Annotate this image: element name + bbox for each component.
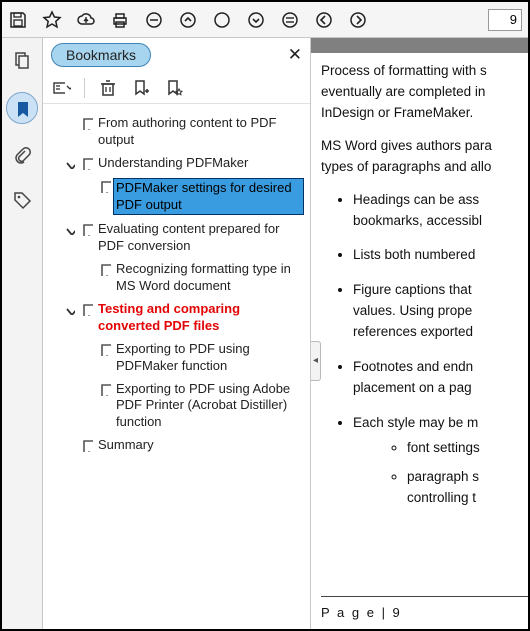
delete-icon[interactable] xyxy=(98,78,118,98)
doc-text: InDesign or FrameMaker. xyxy=(321,105,473,120)
document-page: ◂ Process of formatting with s eventuall… xyxy=(311,53,528,629)
bookmark-item[interactable]: Understanding PDFMaker xyxy=(49,152,306,175)
bookmark-label[interactable]: Exporting to PDF using Adobe PDF Printer… xyxy=(113,381,304,432)
fit-page-icon[interactable] xyxy=(280,10,300,30)
doc-bullet: values. Using prope xyxy=(353,303,472,318)
bookmark-icon xyxy=(95,261,113,276)
scroll-down-icon[interactable] xyxy=(246,10,266,30)
bookmark-label[interactable]: Understanding PDFMaker xyxy=(95,155,304,172)
doc-bullet: Footnotes and endn xyxy=(353,359,473,374)
page-prev-icon[interactable] xyxy=(314,10,334,30)
doc-bullet: placement on a pag xyxy=(353,380,472,395)
bookmarks-tree: From authoring content to PDF output Unde… xyxy=(43,104,310,629)
bookmarks-panel: Bookmarks ✕ From authoring content to PD… xyxy=(43,38,311,629)
close-icon[interactable]: ✕ xyxy=(288,45,302,65)
expand-icon xyxy=(79,261,95,263)
doc-text: types of paragraphs and allo xyxy=(321,159,491,174)
expand-icon xyxy=(79,178,95,180)
doc-subbullet: paragraph s xyxy=(407,469,479,484)
save-icon[interactable] xyxy=(8,10,28,30)
attachments-icon[interactable] xyxy=(10,144,34,168)
bookmark-item[interactable]: Exporting to PDF using PDFMaker function xyxy=(49,338,306,378)
panel-options-icon[interactable] xyxy=(51,78,71,98)
bookmark-item[interactable]: Evaluating content prepared for PDF conv… xyxy=(49,218,306,258)
bookmark-label[interactable]: Exporting to PDF using PDFMaker function xyxy=(113,341,304,375)
bookmark-icon xyxy=(95,341,113,356)
bookmark-label[interactable]: From authoring content to PDF output xyxy=(95,115,304,149)
bookmark-star-icon[interactable] xyxy=(164,78,184,98)
bookmark-label[interactable]: Summary xyxy=(95,437,304,454)
fit-width-icon[interactable] xyxy=(212,10,232,30)
bookmark-item[interactable]: Exporting to PDF using Adobe PDF Printer… xyxy=(49,378,306,435)
page-footer: P a g e | 9 xyxy=(321,596,528,629)
tags-icon[interactable] xyxy=(10,188,34,212)
page-next-icon[interactable] xyxy=(348,10,368,30)
new-bookmark-icon[interactable] xyxy=(131,78,151,98)
bookmark-item[interactable]: Summary xyxy=(49,434,306,457)
bookmark-icon xyxy=(77,437,95,452)
bookmark-label[interactable]: Recognizing formatting type in MS Word d… xyxy=(113,261,304,295)
bookmark-item[interactable]: From authoring content to PDF output xyxy=(49,112,306,152)
doc-text: MS Word gives authors para xyxy=(321,138,492,153)
doc-bullet: Lists both numbered xyxy=(353,247,475,262)
expand-icon xyxy=(61,115,77,117)
star-icon[interactable] xyxy=(42,10,62,30)
collapse-panel-icon[interactable]: ◂ xyxy=(311,341,321,381)
bookmark-item[interactable]: Recognizing formatting type in MS Word d… xyxy=(49,258,306,298)
print-icon[interactable] xyxy=(110,10,130,30)
doc-bullet: Figure captions that xyxy=(353,282,472,297)
doc-text: Process of formatting with s xyxy=(321,63,487,78)
document-viewport: ◂ Process of formatting with s eventuall… xyxy=(311,38,528,629)
doc-subbullet: controlling t xyxy=(407,490,476,505)
expand-icon[interactable] xyxy=(61,155,77,169)
doc-bullet: Each style may be m xyxy=(353,415,478,430)
bookmark-item[interactable]: Testing and comparing converted PDF file… xyxy=(49,298,306,338)
bookmark-icon xyxy=(77,155,95,170)
bookmark-icon xyxy=(77,115,95,130)
bookmark-item[interactable]: PDFMaker settings for desired PDF output xyxy=(49,175,306,219)
expand-icon[interactable] xyxy=(61,301,77,315)
bookmark-label[interactable]: Evaluating content prepared for PDF conv… xyxy=(95,221,304,255)
expand-icon[interactable] xyxy=(61,221,77,235)
scroll-up-icon[interactable] xyxy=(178,10,198,30)
expand-icon xyxy=(79,381,95,383)
page-number-input[interactable] xyxy=(488,9,522,31)
bookmark-label[interactable]: Testing and comparing converted PDF file… xyxy=(95,301,304,335)
thumbnails-icon[interactable] xyxy=(10,48,34,72)
doc-text: eventually are completed in xyxy=(321,84,485,99)
side-rail xyxy=(2,38,43,629)
expand-icon xyxy=(61,437,77,439)
bookmark-icon xyxy=(77,221,95,236)
doc-bullet: references exported xyxy=(353,324,473,339)
expand-icon xyxy=(79,341,95,343)
doc-bullet: Headings can be ass xyxy=(353,192,479,207)
bookmark-icon xyxy=(95,381,113,396)
bookmark-icon xyxy=(95,178,113,193)
bookmark-icon xyxy=(77,301,95,316)
doc-bullet: bookmarks, accessibl xyxy=(353,213,482,228)
bookmark-label[interactable]: PDFMaker settings for desired PDF output xyxy=(113,178,304,216)
panel-title: Bookmarks xyxy=(51,43,151,67)
main-toolbar xyxy=(2,2,528,38)
cloud-upload-icon[interactable] xyxy=(76,10,96,30)
doc-subbullet: font settings xyxy=(407,440,480,455)
bookmarks-icon[interactable] xyxy=(6,92,38,124)
zoom-out-icon[interactable] xyxy=(144,10,164,30)
